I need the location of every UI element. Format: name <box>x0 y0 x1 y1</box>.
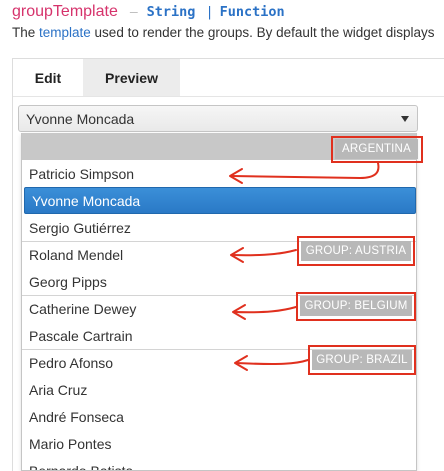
tab-bar: Edit Preview <box>12 58 444 96</box>
property-dash: – <box>129 5 138 20</box>
list-item[interactable]: Aria Cruz <box>22 376 416 403</box>
list-item[interactable]: André Fonseca <box>22 403 416 430</box>
annotation-box-belgium <box>296 292 416 321</box>
list-item[interactable]: Georg Pipps <box>22 268 416 295</box>
annotation-box-brazil <box>308 345 416 375</box>
property-description: The template used to render the groups. … <box>12 25 435 40</box>
description-suffix: used to render the groups. By default th… <box>90 25 435 40</box>
tab-edit[interactable]: Edit <box>13 59 83 96</box>
list-item-selected[interactable]: Yvonne Moncada <box>24 187 416 214</box>
annotation-box-argentina <box>331 136 423 163</box>
list-item[interactable]: Mario Pontes <box>22 430 416 457</box>
list-item[interactable]: Bernardo Batista <box>22 457 416 471</box>
description-prefix: The <box>12 25 40 40</box>
dropdown-select[interactable]: Yvonne Moncada <box>18 105 418 132</box>
dropdown-value: Yvonne Moncada <box>26 110 135 127</box>
list-item[interactable]: Patricio Simpson <box>22 160 416 187</box>
type-function: Function <box>219 4 285 20</box>
template-link[interactable]: template <box>39 25 91 40</box>
caret-down-icon[interactable] <box>401 116 409 122</box>
type-separator: | <box>205 4 214 20</box>
property-name: groupTemplate <box>12 3 118 20</box>
annotation-box-austria <box>297 236 415 266</box>
type-string: String <box>146 4 196 20</box>
property-heading: groupTemplate – String | Function <box>12 3 285 23</box>
tab-preview[interactable]: Preview <box>83 59 180 96</box>
